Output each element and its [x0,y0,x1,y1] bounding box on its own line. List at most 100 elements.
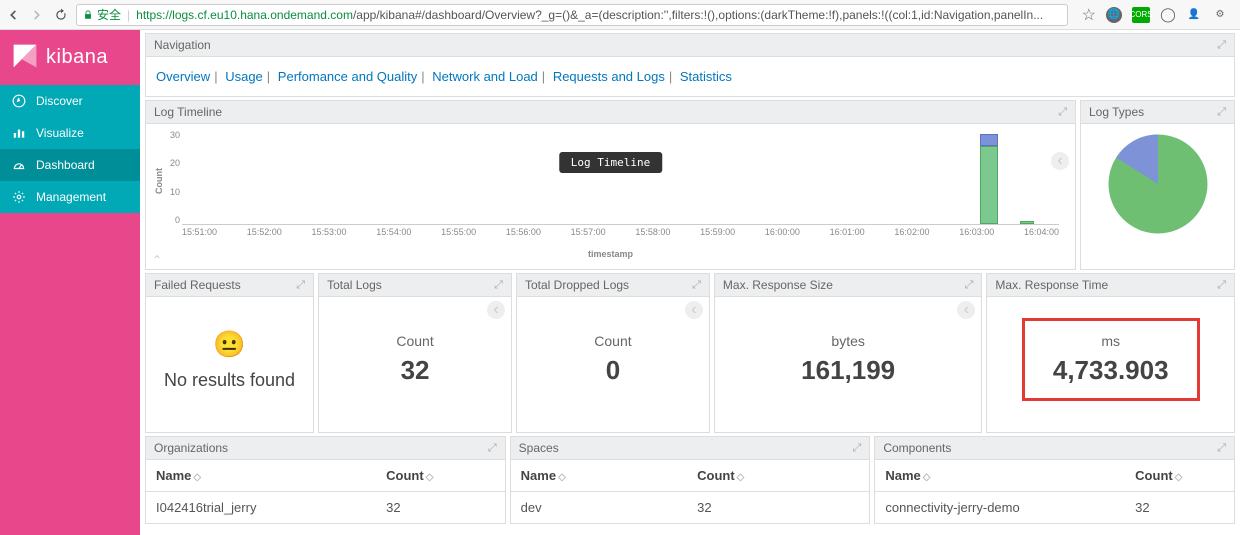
nav-link-usage[interactable]: Usage [225,69,263,84]
expand-icon[interactable]: ⤢ [488,442,497,455]
log-timeline-panel: Log Timeline ⤢ Log Timeline ‹ Count 30 2… [145,100,1076,270]
chart-bar[interactable] [980,134,998,224]
extension-globe-icon[interactable]: 🌐 [1106,7,1122,23]
components-table: Name◇ Count◇ connectivity-jerry-demo 32 [875,460,1234,523]
chart-x-axis-label: timestamp [152,249,1069,259]
expand-icon[interactable]: ⤢ [494,279,503,292]
lock-icon [83,10,93,20]
bookmark-icon[interactable]: ☆ [1082,5,1096,25]
table-cell: dev [511,492,687,524]
gauge-icon [12,158,26,172]
browser-nav-arrows [6,8,68,22]
sidebar-item-visualize[interactable]: Visualize [0,117,140,149]
table-cell: 32 [687,492,869,524]
table-header-count[interactable]: Count◇ [376,460,505,492]
panel-title: Total Dropped Logs [525,278,629,292]
panel-title: Organizations [154,441,228,455]
expand-icon[interactable]: ⤢ [965,279,974,292]
compass-icon [12,94,26,108]
sidebar-item-label: Discover [36,94,83,108]
expand-icon[interactable]: ⤢ [853,442,862,455]
expand-icon[interactable]: ⤢ [1217,279,1226,292]
nav-link-network[interactable]: Network and Load [432,69,538,84]
components-panel: Components ⤢ Name◇ Count◇ connectivity-je… [874,436,1235,524]
sort-icon: ◇ [558,472,566,483]
chart-x-ticks: 15:51:00 15:52:00 15:53:00 15:54:00 15:5… [182,227,1059,245]
nav-link-overview[interactable]: Overview [156,69,210,84]
chart-prev-icon[interactable]: ‹ [685,301,703,319]
nav-link-requests[interactable]: Requests and Logs [553,69,665,84]
table-cell: 32 [376,492,505,524]
log-types-panel: Log Types ⤢ [1080,100,1235,270]
table-cell: connectivity-jerry-demo [875,492,1125,524]
secure-badge: 安全 [83,6,121,23]
sort-icon: ◇ [737,472,745,483]
table-row[interactable]: connectivity-jerry-demo 32 [875,492,1234,524]
expand-icon[interactable]: ⤢ [1217,106,1226,119]
panel-title: Navigation [154,38,211,52]
sidebar-item-management[interactable]: Management [0,181,140,213]
panel-title: Max. Response Size [723,278,833,292]
extension-cors-icon[interactable]: CORS [1132,7,1150,23]
expand-icon[interactable]: ⤢ [1217,39,1226,52]
url-host: https://logs.cf.eu10.hana.ondemand.com [136,8,353,22]
spaces-table: Name◇ Count◇ dev 32 [511,460,870,523]
browser-toolbar: 安全 | https://logs.cf.eu10.hana.ondemand.… [0,0,1240,30]
dashboard-content: Navigation ⤢ Overview| Usage| Perfomance… [140,30,1240,535]
failed-requests-panel: Failed Requests⤢ 😐 No results found [145,273,314,433]
table-header-name[interactable]: Name◇ [511,460,687,492]
panel-title: Max. Response Time [995,278,1108,292]
extension-misc-icon[interactable]: ⚙ [1212,7,1228,23]
expand-icon[interactable]: ⤢ [296,279,305,292]
kibana-logo-text: kibana [46,46,108,69]
organizations-panel: Organizations ⤢ Name◇ Count◇ I042416trial… [145,436,506,524]
table-header-count[interactable]: Count◇ [687,460,869,492]
metric-value: 161,199 [801,355,895,386]
log-types-pie-chart[interactable] [1103,129,1213,239]
metric-label: Count [594,333,631,349]
sort-icon: ◇ [923,472,931,483]
navigation-panel: Navigation ⤢ Overview| Usage| Perfomance… [145,33,1235,97]
gear-icon [12,190,26,204]
chart-collapse-icon[interactable]: ⌃ [152,253,162,267]
nav-link-performance[interactable]: Perfomance and Quality [278,69,417,84]
extension-ublock-icon[interactable]: ◯ [1160,7,1176,23]
no-results-message: No results found [164,370,295,391]
expand-icon[interactable]: ⤢ [692,279,701,292]
table-header-name[interactable]: Name◇ [146,460,376,492]
table-cell: 32 [1125,492,1234,524]
table-header-count[interactable]: Count◇ [1125,460,1234,492]
nav-link-statistics[interactable]: Statistics [680,69,732,84]
sidebar-item-label: Visualize [36,126,84,140]
forward-icon[interactable] [30,8,44,22]
total-dropped-logs-panel: Total Dropped Logs⤢ ‹ Count 0 [516,273,710,433]
back-icon[interactable] [6,8,20,22]
expand-icon[interactable]: ⤢ [1217,442,1226,455]
sidebar-item-discover[interactable]: Discover [0,85,140,117]
neutral-face-icon: 😐 [213,329,245,360]
chart-prev-icon[interactable]: ‹ [957,301,975,319]
panel-title: Log Types [1089,105,1144,119]
table-header-name[interactable]: Name◇ [875,460,1125,492]
chart-bar[interactable] [1020,221,1034,224]
panel-title: Components [883,441,951,455]
table-row[interactable]: dev 32 [511,492,870,524]
log-timeline-chart[interactable]: Count 30 20 10 0 [182,130,1059,245]
chart-prev-icon[interactable]: ‹ [487,301,505,319]
sort-icon: ◇ [426,472,434,483]
expand-icon[interactable]: ⤢ [1058,106,1067,119]
total-logs-panel: Total Logs⤢ ‹ Count 32 [318,273,512,433]
metric-value: 32 [401,355,430,386]
extension-user-icon[interactable]: 👤 [1186,7,1202,23]
sidebar-item-dashboard[interactable]: Dashboard [0,149,140,181]
max-response-time-panel: Max. Response Time⤢ ms 4,733.903 [986,273,1235,433]
sidebar-item-label: Management [36,190,106,204]
table-row[interactable]: I042416trial_jerry 32 [146,492,505,524]
dashboard-nav-links: Overview| Usage| Perfomance and Quality|… [146,57,1234,96]
panel-title: Spaces [519,441,559,455]
reload-icon[interactable] [54,8,68,22]
panel-title: Log Timeline [154,105,222,119]
kibana-logo[interactable]: kibana [0,30,140,85]
sort-icon: ◇ [1175,472,1183,483]
address-bar[interactable]: 安全 | https://logs.cf.eu10.hana.ondemand.… [76,4,1068,26]
